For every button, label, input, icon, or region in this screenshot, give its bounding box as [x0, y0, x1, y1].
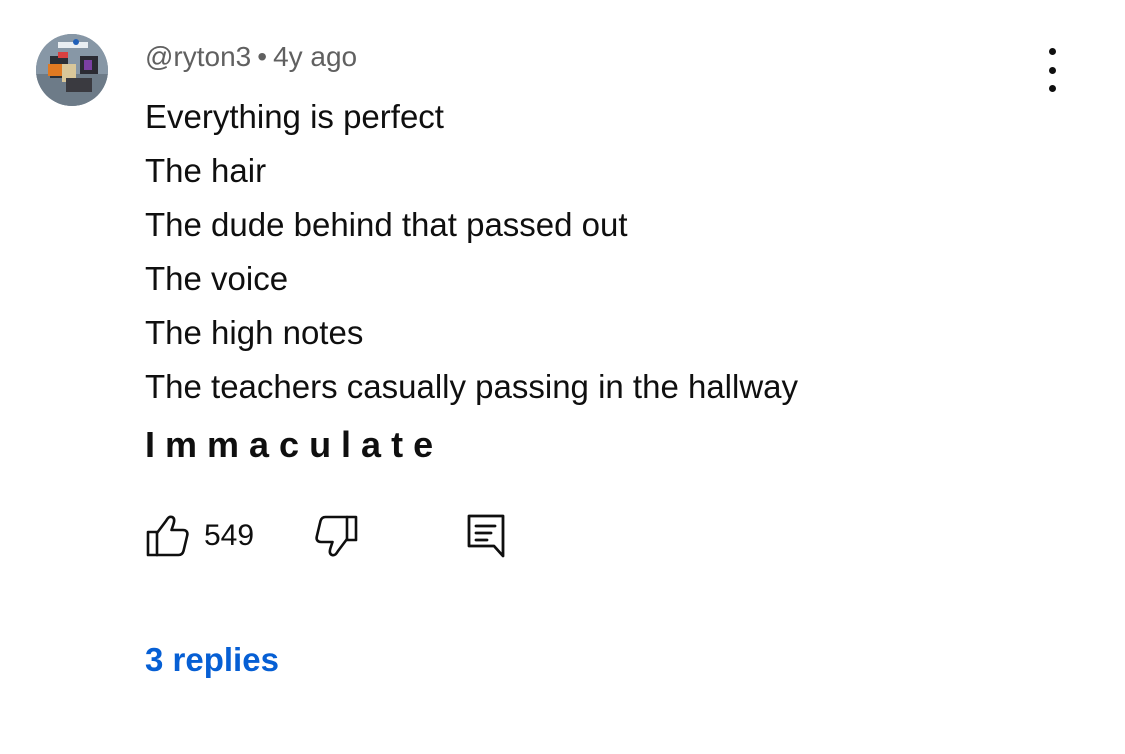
comment-line: The high notes	[145, 314, 364, 351]
comment-line: Everything is perfect	[145, 98, 444, 135]
reply-button[interactable]	[465, 512, 509, 560]
comment-author[interactable]: @ryton3	[145, 41, 251, 72]
comment-text: Everything is perfect The hair The dude …	[145, 90, 1025, 476]
comment-emphasis-line: Immaculate	[145, 424, 444, 465]
avatar[interactable]	[36, 34, 108, 106]
comment-actions: 549	[145, 512, 545, 560]
comment: @ryton3 • 4y ago Everything is perfect The…	[145, 38, 1025, 476]
comment-line: The voice	[145, 260, 289, 297]
like-count: 549	[204, 519, 255, 552]
thumbs-down-icon	[315, 515, 358, 557]
more-vertical-icon-dot	[1048, 85, 1056, 92]
comment-line: The hair	[145, 152, 267, 189]
comment-reply-icon	[467, 514, 505, 558]
comment-line: The teachers casually passing in the hal…	[145, 368, 799, 405]
meta-separator: •	[257, 41, 268, 72]
more-options-button[interactable]	[1034, 48, 1070, 92]
comment-meta: @ryton3 • 4y ago	[145, 38, 1025, 76]
dislike-button[interactable]	[313, 514, 359, 560]
more-vertical-icon-dot	[1048, 66, 1056, 74]
thumbs-up-icon	[146, 515, 189, 557]
view-replies-link[interactable]: 3 replies	[145, 640, 279, 680]
comment-line: The dude behind that passed out	[145, 206, 628, 243]
more-vertical-icon	[1048, 48, 1056, 55]
like-button[interactable]	[145, 512, 191, 558]
avatar-image	[36, 34, 108, 106]
comment-time: 4y ago	[273, 41, 358, 72]
